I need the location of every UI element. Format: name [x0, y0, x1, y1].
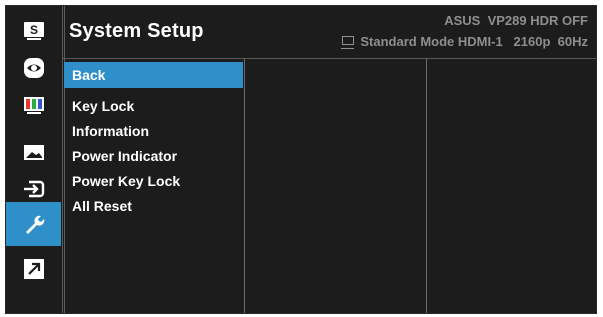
- input-select-icon[interactable]: [17, 174, 51, 204]
- menu-item-power-indicator[interactable]: Power Indicator: [64, 144, 243, 169]
- wrench-icon[interactable]: [6, 202, 61, 246]
- input-text: HDMI-1: [457, 34, 503, 49]
- menu-item-power-key-lock[interactable]: Power Key Lock: [64, 169, 243, 194]
- model-status-text: ASUS VP289 HDR OFF: [444, 13, 588, 28]
- refresh-text: 60Hz: [557, 34, 588, 49]
- image-icon[interactable]: [17, 138, 51, 168]
- resolution-text: 2160p: [513, 34, 551, 49]
- menu-item-key-lock[interactable]: Key Lock: [64, 94, 243, 119]
- column-divider-2: [426, 59, 427, 313]
- menu-item-back[interactable]: Back: [64, 62, 243, 88]
- mode-text: Standard Mode: [360, 34, 455, 49]
- color-icon[interactable]: [17, 91, 51, 121]
- splendid-icon[interactable]: S: [17, 16, 51, 46]
- sidebar-divider: [62, 6, 63, 313]
- splendid-icon-letter: S: [30, 23, 38, 37]
- menu-item-information[interactable]: Information: [64, 119, 243, 144]
- monitor-icon: [341, 36, 355, 49]
- menu-item-all-reset[interactable]: All Reset: [64, 194, 243, 219]
- eye-icon[interactable]: [17, 53, 51, 83]
- system-setup-menu: Back Key Lock Information Power Indicato…: [64, 62, 243, 219]
- column-divider-1: [244, 59, 245, 313]
- header-divider: [63, 58, 596, 59]
- page-title: System Setup: [69, 20, 204, 42]
- shortcut-icon[interactable]: [17, 254, 51, 284]
- sidebar: S: [6, 6, 61, 313]
- input-status-bar: Standard Mode HDMI-1 2160p 60Hz: [341, 34, 588, 49]
- osd-panel: S System Setup ASUS VP289 HDR OFF Standa…: [5, 5, 597, 314]
